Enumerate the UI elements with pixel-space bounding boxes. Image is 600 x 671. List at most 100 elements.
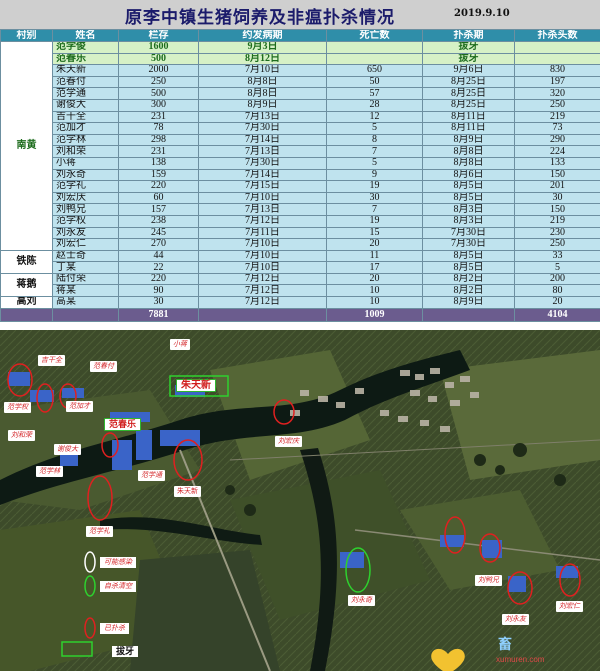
cell-deaths: 9 xyxy=(326,168,423,182)
cell-stock: 270 xyxy=(118,238,199,251)
cell-cull-date: 8月3日 xyxy=(422,214,515,228)
cell-cull-date: 8月5日 xyxy=(422,261,515,274)
table-row: 吉干全 231 7月13日 12 8月11日 219 xyxy=(0,110,600,124)
cell-culled: 200 xyxy=(514,272,600,286)
map-label: 刘宏仁 xyxy=(556,601,583,612)
cell-culled: 30 xyxy=(514,191,600,205)
map-label: 朱天新 xyxy=(174,486,201,497)
cell-cull-date: 8月5日 xyxy=(422,180,515,193)
satellite-map: 吉干全 范春付 小蒋 范加才 朱天新 范学权 刘和荣 谢俊大 范学林 范春乐 范… xyxy=(0,330,600,671)
cell-cull-date: 9月6日 xyxy=(422,64,515,77)
legend-extract: 拔牙 xyxy=(112,646,139,657)
cell-cull-date: 8月5日 xyxy=(422,191,515,205)
title-bar: 原李中镇生猪饲养及非瘟扑杀情况 2019.9.10 xyxy=(0,0,600,30)
map-label: 刘和荣 xyxy=(8,430,35,441)
cell-onset: 8月9日 xyxy=(198,98,327,112)
cell-culled: 80 xyxy=(514,284,600,298)
farmer-name-cell: 刘和荣 xyxy=(52,145,119,158)
cell-culled: 250 xyxy=(514,98,600,112)
table-row: 范春乐 500 8月12日 拔牙 xyxy=(0,52,600,66)
cell-stock: 231 xyxy=(118,110,199,124)
cell-deaths: 20 xyxy=(326,238,423,251)
cell-stock: 157 xyxy=(118,203,199,216)
cell-cull-date: 8月5日 xyxy=(422,249,515,263)
legend-possible: 可能感染 xyxy=(100,557,136,568)
cell-deaths: 11 xyxy=(326,249,423,263)
cell-culled: 197 xyxy=(514,75,600,89)
cell-deaths xyxy=(326,41,423,54)
map-label-highlight: 范春乐 xyxy=(104,418,142,431)
cell-onset: 7月30日 xyxy=(198,122,327,135)
cell-culled: 830 xyxy=(514,64,600,77)
totals-row: 7881 1009 4104 xyxy=(0,307,600,322)
total-deaths: 1009 xyxy=(326,307,423,322)
total-stock: 7881 xyxy=(118,307,199,322)
village-cell: 蒋鹅 xyxy=(0,272,53,298)
cell-culled: 20 xyxy=(514,296,600,309)
cell-deaths: 19 xyxy=(326,214,423,228)
cell-cull-date: 8月6日 xyxy=(422,168,515,182)
map-label: 刘永友 xyxy=(502,614,529,625)
cell-deaths: 10 xyxy=(326,296,423,309)
cell-culled: 219 xyxy=(514,214,600,228)
cell-stock: 30 xyxy=(118,296,199,309)
watermark-url: xumuren.com xyxy=(496,655,545,664)
cell-deaths xyxy=(326,52,423,66)
cell-culled: 133 xyxy=(514,156,600,170)
cell-cull-date: 8月8日 xyxy=(422,145,515,158)
cell-stock: 138 xyxy=(118,156,199,170)
cell-culled xyxy=(514,52,600,66)
map-label: 范学礼 xyxy=(86,526,113,537)
cell-stock: 220 xyxy=(118,272,199,286)
map-label: 刘永奇 xyxy=(348,595,375,606)
table-row: 朱天新 2000 7月10日 650 9月6日 830 xyxy=(0,64,600,77)
farmer-name-cell: 刘鸭兄 xyxy=(52,203,119,216)
col-header: 约发病期 xyxy=(198,29,327,42)
table-header-row: 村别 姓名 栏存 约发病期 死亡数 扑杀期 扑杀头数 xyxy=(0,29,600,42)
cell-culled: 224 xyxy=(514,145,600,158)
farmer-name-cell: 范学礼 xyxy=(52,180,119,193)
cell-stock: 500 xyxy=(118,87,199,100)
cell-deaths: 5 xyxy=(326,122,423,135)
cell-culled: 250 xyxy=(514,238,600,251)
map-label: 范学林 xyxy=(36,466,63,477)
farmer-name-cell: 刘永奇 xyxy=(52,168,119,182)
cell-deaths: 19 xyxy=(326,180,423,193)
cell-onset: 7月14日 xyxy=(198,168,327,182)
cell-culled: 320 xyxy=(514,87,600,100)
col-header: 姓名 xyxy=(52,29,119,42)
cell-cull-date: 8月3日 xyxy=(422,203,515,216)
cell-onset: 7月12日 xyxy=(198,296,327,309)
farmer-name-cell: 范加才 xyxy=(52,122,119,135)
cell-onset: 9月3日 xyxy=(198,41,327,54)
table-row: 刘永奇 159 7月14日 9 8月6日 150 xyxy=(0,168,600,182)
cell-cull-date: 拔牙 xyxy=(422,52,515,66)
cell-culled: 5 xyxy=(514,261,600,274)
cell-stock: 90 xyxy=(118,284,199,298)
table-row: 范加才 78 7月30日 5 8月11日 73 xyxy=(0,122,600,135)
farmer-name-cell: 丁某 xyxy=(52,261,119,274)
village-cell: 南黄 xyxy=(0,41,53,251)
farmer-name-cell: 范春付 xyxy=(52,75,119,89)
map-label: 谢俊大 xyxy=(54,444,81,455)
cell-stock: 1600 xyxy=(118,41,199,54)
col-header: 村别 xyxy=(0,29,53,42)
cell-onset: 7月10日 xyxy=(198,238,327,251)
table-row: 丁某 22 7月10日 17 8月5日 5 xyxy=(0,261,600,274)
cell-cull-date: 8月25日 xyxy=(422,87,515,100)
cell-deaths: 15 xyxy=(326,226,423,240)
table-row: 谢俊大 300 8月9日 28 8月25日 250 xyxy=(0,98,600,112)
cell-deaths: 50 xyxy=(326,75,423,89)
cell-stock: 60 xyxy=(118,191,199,205)
table-row: 刘宏仁 270 7月10日 20 7月30日 250 xyxy=(0,238,600,251)
village-cell: 高刘 xyxy=(0,296,53,309)
table-row: 刘永友 245 7月11日 15 7月30日 230 xyxy=(0,226,600,240)
cell-onset: 8月8日 xyxy=(198,75,327,89)
cell-onset: 7月10日 xyxy=(198,64,327,77)
cell-onset: 7月12日 xyxy=(198,284,327,298)
table-row: 范学林 298 7月14日 8 8月9日 290 xyxy=(0,133,600,147)
cell-onset: 7月15日 xyxy=(198,180,327,193)
cell-stock: 159 xyxy=(118,168,199,182)
table-row: 范学通 500 8月8日 57 8月25日 320 xyxy=(0,87,600,100)
col-header: 扑杀头数 xyxy=(514,29,600,42)
